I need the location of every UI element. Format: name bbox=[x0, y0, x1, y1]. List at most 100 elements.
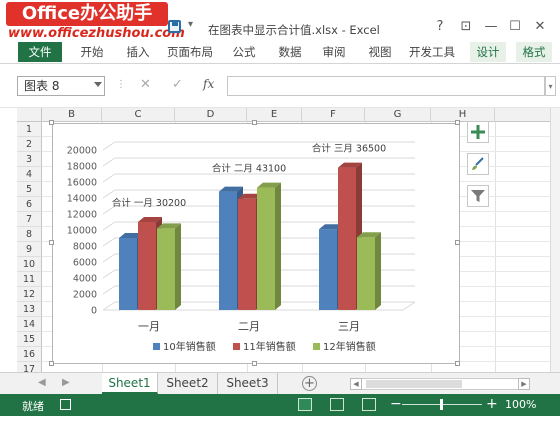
row-header[interactable]: 13 bbox=[17, 302, 42, 317]
column-header-d[interactable]: D bbox=[175, 108, 247, 122]
maximize-button[interactable]: ☐ bbox=[504, 18, 526, 36]
tab-developer[interactable]: 开发工具 bbox=[406, 42, 458, 62]
y-tick-label: 20000 bbox=[67, 146, 97, 157]
data-label-total: 合计 三月 36500 bbox=[312, 143, 386, 155]
bar bbox=[219, 191, 237, 310]
column-header-g[interactable]: G bbox=[365, 108, 431, 122]
y-tick-label: 2000 bbox=[73, 290, 97, 301]
row-header[interactable]: 11 bbox=[17, 272, 42, 287]
page-layout-view-button[interactable] bbox=[330, 398, 344, 411]
resize-handle[interactable] bbox=[49, 240, 54, 245]
resize-handle[interactable] bbox=[455, 240, 460, 245]
column-header-h[interactable]: H bbox=[431, 108, 495, 122]
tab-design[interactable]: 设计 bbox=[470, 42, 506, 62]
y-tick-label: 6000 bbox=[73, 258, 97, 269]
title-bar: Office办公助手 www.officezhushou.com ▾ 在图表中显… bbox=[0, 0, 560, 40]
page-break-view-button[interactable] bbox=[362, 398, 376, 411]
row-header[interactable]: 2 bbox=[17, 137, 42, 152]
row-header[interactable]: 14 bbox=[17, 317, 42, 332]
macro-record-icon[interactable] bbox=[60, 399, 71, 410]
y-tick-label: 10000 bbox=[67, 226, 97, 237]
insert-function-button[interactable]: fx bbox=[203, 77, 214, 91]
help-button[interactable]: ? bbox=[429, 18, 451, 36]
scroll-left-icon[interactable]: ◀ bbox=[350, 378, 362, 390]
scroll-right-icon[interactable]: ▶ bbox=[518, 378, 530, 390]
sheet-tab-sheet3[interactable]: Sheet3 bbox=[218, 373, 278, 394]
logo-brand: Office办公助手 bbox=[6, 2, 168, 26]
legend-swatch bbox=[313, 343, 320, 350]
bar-side bbox=[275, 182, 281, 310]
chart-styles-button[interactable] bbox=[467, 153, 489, 175]
logo-url: www.officezhushou.com bbox=[8, 26, 185, 41]
row-header[interactable]: 12 bbox=[17, 287, 42, 302]
zoom-level[interactable]: 100% bbox=[505, 398, 536, 411]
resize-handle[interactable] bbox=[252, 361, 257, 366]
column-header-c[interactable]: C bbox=[102, 108, 175, 122]
row-header[interactable]: 10 bbox=[17, 257, 42, 272]
row-header[interactable]: 3 bbox=[17, 152, 42, 167]
formula-bar: 图表 8 ⋮ ✕ ✓ fx ▾ bbox=[0, 64, 560, 108]
tab-formulas[interactable]: 公式 bbox=[226, 42, 262, 62]
y-tick-label: 8000 bbox=[73, 242, 97, 253]
resize-handle[interactable] bbox=[455, 361, 460, 366]
chart-filters-button[interactable] bbox=[467, 185, 489, 207]
row-header[interactable]: 6 bbox=[17, 197, 42, 212]
sheet-tab-sheet1[interactable]: Sheet1 bbox=[102, 373, 158, 394]
tab-insert[interactable]: 插入 bbox=[116, 42, 160, 62]
legend-swatch bbox=[233, 343, 240, 350]
formula-bar-grip-icon[interactable]: ⋮ bbox=[116, 79, 126, 90]
cancel-icon[interactable]: ✕ bbox=[140, 77, 151, 92]
x-tick-label: 一月 bbox=[138, 320, 160, 333]
row-header[interactable]: 16 bbox=[17, 347, 42, 362]
chart-area[interactable]: 20000 18000 16000 14000 12000 10000 8000 6000 40… bbox=[52, 123, 460, 364]
name-box-dropdown-icon[interactable] bbox=[94, 82, 102, 87]
formula-input[interactable] bbox=[227, 76, 545, 96]
column-header-f[interactable]: F bbox=[302, 108, 365, 122]
vertical-scrollbar[interactable] bbox=[550, 108, 560, 372]
select-all-corner[interactable] bbox=[17, 108, 42, 122]
tab-home[interactable]: 开始 bbox=[70, 42, 114, 62]
bar bbox=[138, 222, 156, 310]
x-tick-label: 二月 bbox=[238, 320, 260, 333]
row-header[interactable]: 15 bbox=[17, 332, 42, 347]
zoom-in-button[interactable]: + bbox=[486, 396, 498, 412]
enter-icon[interactable]: ✓ bbox=[172, 77, 183, 92]
legend-label: 11年销售额 bbox=[243, 340, 296, 353]
row-header[interactable]: 7 bbox=[17, 212, 42, 227]
tab-data[interactable]: 数据 bbox=[272, 42, 308, 62]
bar bbox=[319, 229, 337, 310]
next-sheet-icon[interactable]: ▶ bbox=[62, 377, 70, 388]
quick-access-customize-icon[interactable]: ▾ bbox=[188, 19, 193, 30]
window-bottom-margin bbox=[0, 416, 560, 426]
previous-sheet-icon[interactable]: ◀ bbox=[38, 377, 46, 388]
ribbon-display-options-button[interactable]: ⊡ bbox=[455, 18, 477, 36]
tab-format[interactable]: 格式 bbox=[516, 42, 552, 62]
sheet-tab-sheet2[interactable]: Sheet2 bbox=[158, 373, 218, 394]
row-header[interactable]: 5 bbox=[17, 182, 42, 197]
tab-view[interactable]: 视图 bbox=[362, 42, 398, 62]
zoom-out-button[interactable]: − bbox=[390, 396, 402, 412]
resize-handle[interactable] bbox=[252, 120, 257, 125]
chart-elements-button[interactable] bbox=[467, 121, 489, 143]
resize-handle[interactable] bbox=[49, 120, 54, 125]
row-header[interactable]: 4 bbox=[17, 167, 42, 182]
row-header[interactable]: 9 bbox=[17, 242, 42, 257]
resize-handle[interactable] bbox=[49, 361, 54, 366]
data-label-total: 合计 二月 43100 bbox=[212, 163, 286, 175]
expand-formula-bar-icon[interactable]: ▾ bbox=[545, 76, 556, 96]
horizontal-scroll-thumb[interactable] bbox=[366, 380, 462, 388]
resize-handle[interactable] bbox=[455, 120, 460, 125]
row-header[interactable]: 1 bbox=[17, 122, 42, 137]
zoom-slider-thumb[interactable] bbox=[440, 399, 443, 410]
tab-file[interactable]: 文件 bbox=[18, 42, 62, 62]
save-icon[interactable] bbox=[168, 20, 181, 33]
tab-review[interactable]: 审阅 bbox=[316, 42, 352, 62]
close-button[interactable]: ✕ bbox=[529, 18, 551, 36]
plus-icon bbox=[471, 125, 485, 139]
tab-page-layout[interactable]: 页面布局 bbox=[166, 42, 214, 62]
minimize-button[interactable]: — bbox=[480, 18, 502, 36]
new-sheet-button[interactable]: + bbox=[302, 376, 317, 391]
name-box[interactable]: 图表 8 bbox=[17, 76, 105, 96]
normal-view-button[interactable] bbox=[298, 398, 312, 411]
row-header[interactable]: 8 bbox=[17, 227, 42, 242]
